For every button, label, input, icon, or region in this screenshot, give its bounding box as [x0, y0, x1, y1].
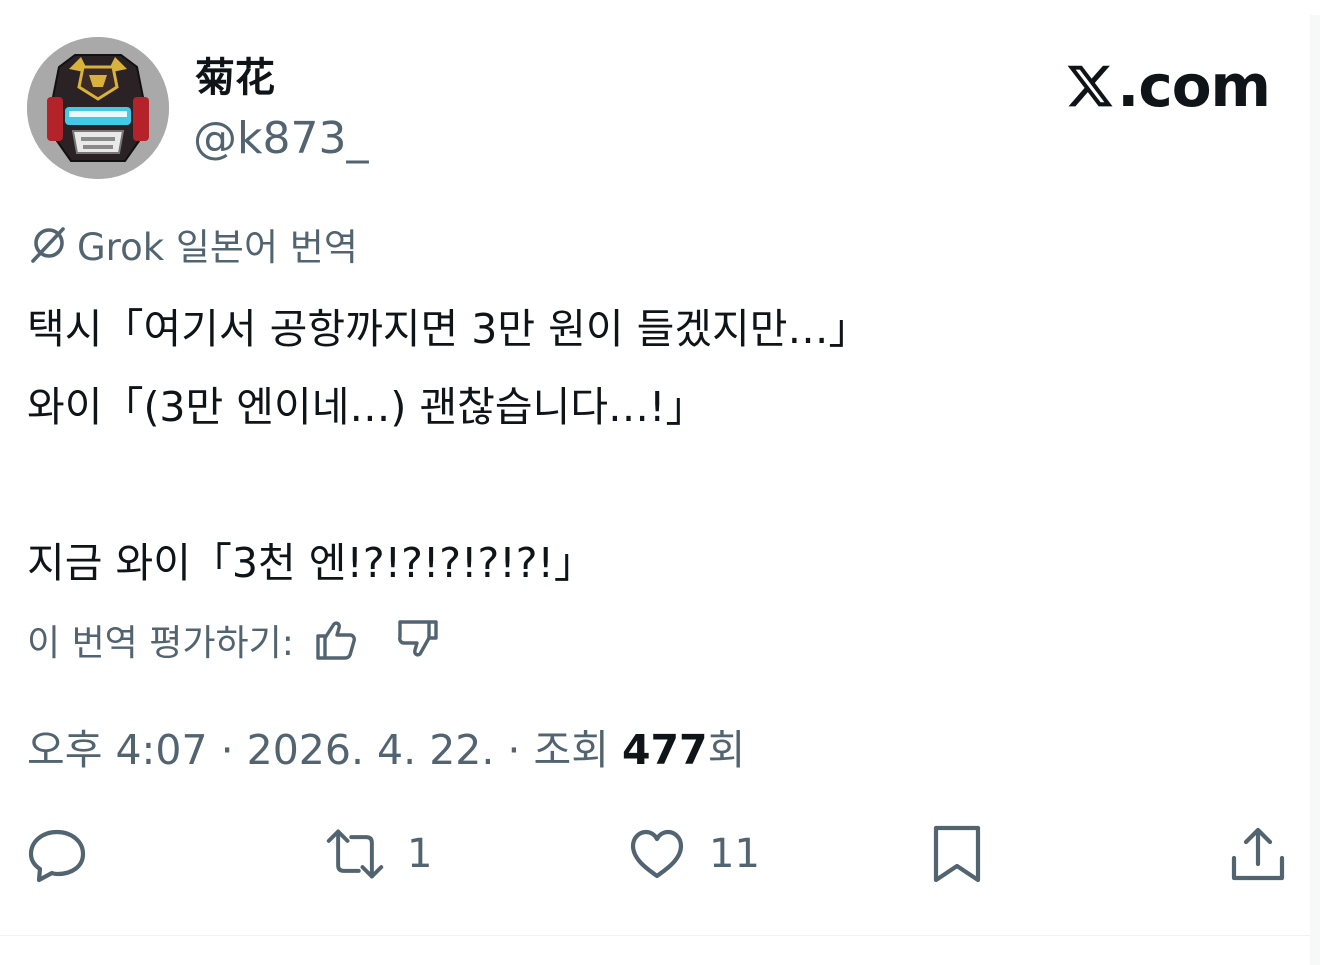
repost-button[interactable]: 1: [325, 822, 432, 886]
like-button[interactable]: 11: [627, 822, 760, 886]
grok-icon: [31, 227, 65, 263]
repost-count: 1: [407, 831, 433, 877]
thumbs-down-button[interactable]: [394, 616, 442, 664]
tweet-line: 와이「(3만 엔이네…) 괜찮습니다…!」: [27, 383, 707, 431]
like-count: 11: [709, 831, 760, 877]
grok-translation-label: Grok 일본어 번역: [27, 219, 358, 269]
thumbs-down-icon: [397, 620, 438, 657]
repost-icon: [326, 829, 384, 879]
author-name[interactable]: 菊花: [195, 52, 275, 104]
x-icon: [1067, 65, 1113, 107]
author-handle[interactable]: @k873_: [193, 111, 368, 167]
tweet-line: 지금 와이「3천 엔!?!?!?!?!?!」: [27, 539, 595, 587]
view-count: 477: [621, 726, 708, 774]
avatar[interactable]: [27, 37, 169, 179]
scroll-edge: [1310, 15, 1320, 965]
x-logo[interactable]: .com: [1065, 52, 1271, 120]
heart-icon: [630, 829, 684, 879]
tweet-line: [27, 446, 1287, 524]
tweet-line: 택시「여기서 공항까지면 3만 원이 들겠지만…」: [27, 305, 870, 353]
share-button[interactable]: [1228, 822, 1288, 886]
robot-avatar-image: [27, 37, 169, 179]
grok-label-text: Grok 일본어 번역: [77, 226, 358, 269]
tweet-meta: 오후 4:07 · 2026. 4. 22. · 조회 477회: [27, 722, 745, 778]
logo-text: .com: [1117, 52, 1271, 120]
reply-icon: [28, 829, 86, 883]
tweet-text: 택시「여기서 공항까지면 3만 원이 들겠지만…」 와이「(3만 엔이네…) 괜…: [27, 290, 1287, 602]
share-icon: [1231, 827, 1285, 881]
reply-button[interactable]: [27, 822, 109, 886]
view-suffix: 회: [707, 726, 746, 774]
timestamp[interactable]: 오후 4:07 · 2026. 4. 22. · 조회: [27, 726, 622, 774]
bookmark-icon: [933, 825, 981, 883]
action-bar: 1 11: [0, 822, 1310, 886]
bookmark-button[interactable]: [928, 822, 988, 886]
rate-translation: 이 번역 평가하기:: [27, 612, 442, 668]
thumbs-up-icon: [316, 621, 356, 660]
bottom-divider: [0, 935, 1310, 936]
thumbs-up-button[interactable]: [312, 616, 360, 664]
rate-label: 이 번역 평가하기:: [27, 623, 294, 664]
